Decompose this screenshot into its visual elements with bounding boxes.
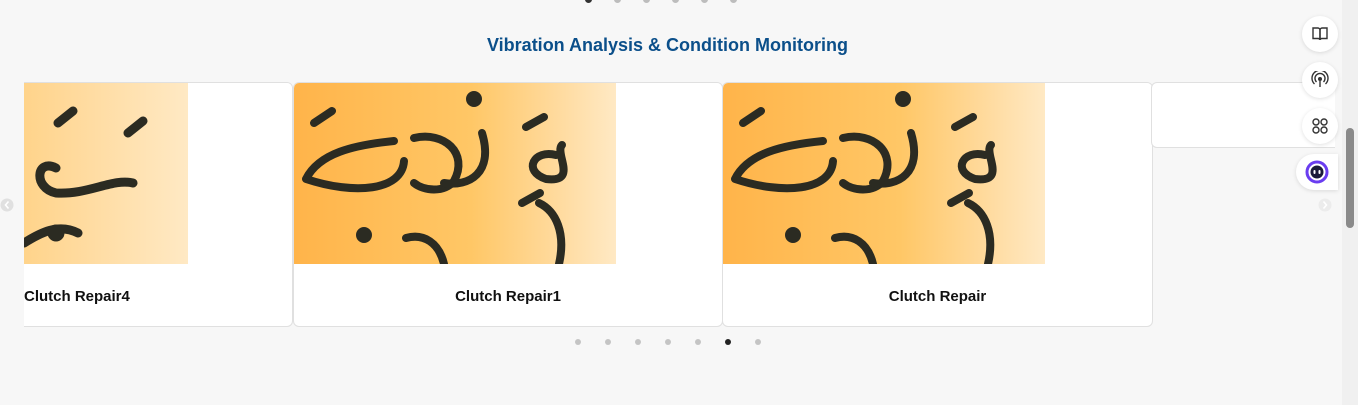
broadcast-button[interactable] [1302, 62, 1338, 98]
pager-dot[interactable] [643, 0, 650, 3]
book-icon [1312, 27, 1328, 41]
card-image [723, 83, 1152, 264]
chevron-left-icon [0, 198, 14, 212]
pager-dot[interactable] [730, 0, 737, 3]
pager-dot[interactable] [614, 0, 621, 3]
broadcast-icon [1311, 71, 1329, 87]
pager-dot[interactable] [635, 339, 641, 345]
carousel-card[interactable]: Clutch Repair1 [293, 82, 723, 327]
apps-grid-icon [1312, 118, 1328, 134]
pager-dot[interactable] [585, 0, 592, 3]
browser-side-toolbar [1296, 16, 1338, 190]
pager-dot-active[interactable] [725, 339, 731, 345]
pager-dot[interactable] [672, 0, 679, 3]
pager-dot[interactable] [605, 339, 611, 345]
carousel-card[interactable]: Clutch Repair [722, 82, 1153, 327]
card-caption: Clutch Repair1 [455, 287, 561, 305]
image-carousel: Clutch Repair4 Clutch Repair1 Clutch Rep… [24, 82, 1335, 328]
copilot-icon [1305, 160, 1329, 184]
pager-dot[interactable] [575, 339, 581, 345]
reading-view-button[interactable] [1302, 16, 1338, 52]
page-scrollbar[interactable] [1342, 0, 1358, 405]
copilot-button[interactable] [1296, 154, 1338, 190]
card-caption: Clutch Repair4 [24, 287, 130, 305]
section-title: Vibration Analysis & Condition Monitorin… [487, 35, 848, 55]
pager-dot[interactable] [701, 0, 708, 3]
apps-button[interactable] [1302, 108, 1338, 144]
carousel-card[interactable]: Clutch Repair4 [24, 82, 293, 327]
carousel-next-arrow[interactable] [1318, 196, 1332, 214]
scrollbar-thumb[interactable] [1346, 128, 1354, 228]
card-image [24, 83, 292, 264]
pager-dot[interactable] [755, 339, 761, 345]
carousel-prev-arrow[interactable] [0, 196, 14, 214]
top-pager [585, 0, 737, 3]
carousel-pager [575, 339, 761, 345]
pager-dot[interactable] [695, 339, 701, 345]
card-image [294, 83, 722, 264]
card-caption: Clutch Repair [888, 287, 987, 305]
pager-dot[interactable] [665, 339, 671, 345]
chevron-right-icon [1318, 198, 1332, 212]
